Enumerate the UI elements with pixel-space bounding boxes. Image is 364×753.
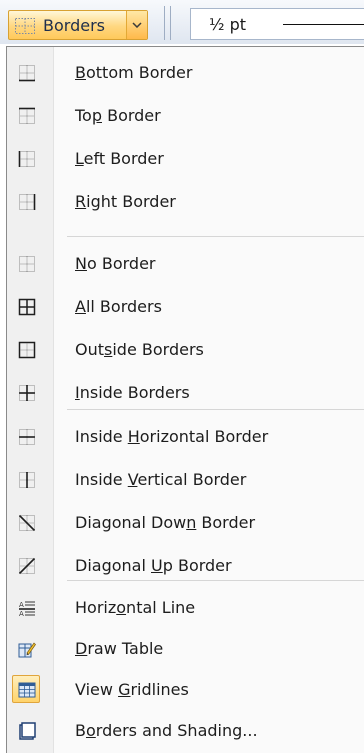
view-gridlines-item[interactable]: View Gridlines bbox=[8, 672, 364, 708]
menu-item-label: View Gridlines bbox=[75, 680, 189, 699]
borders-and-shading-icon bbox=[18, 722, 36, 740]
menu-item-label: All Borders bbox=[75, 297, 162, 316]
borders-dropdown-screen: Borders ½ pt Bottom Border Top Border Left… bbox=[0, 0, 364, 753]
left-border-icon bbox=[18, 150, 36, 168]
svg-text:A: A bbox=[19, 601, 24, 609]
chevron-down-icon[interactable] bbox=[126, 11, 147, 39]
inside-borders-icon bbox=[18, 384, 36, 402]
no-border-item[interactable]: No Border bbox=[8, 246, 364, 282]
borders-button[interactable]: Borders bbox=[8, 10, 148, 40]
inside-horizontal-border-item[interactable]: Inside Horizontal Border bbox=[8, 419, 364, 455]
diagonal-up-border-icon bbox=[18, 557, 36, 575]
draw-table-icon bbox=[18, 640, 36, 658]
borders-button-label: Borders bbox=[43, 16, 105, 35]
menu-item-label: Right Border bbox=[75, 192, 176, 211]
menu-item-label: Horizontal Line bbox=[75, 598, 196, 617]
borders-icon bbox=[14, 17, 36, 39]
borders-and-shading-item[interactable]: Borders and Shading... bbox=[8, 713, 364, 749]
menu-item-label: Inside Borders bbox=[75, 383, 190, 402]
no-border-icon bbox=[18, 255, 36, 273]
svg-text:A: A bbox=[19, 610, 24, 617]
menu-item-label: Diagonal Up Border bbox=[75, 556, 232, 575]
menu-item-label: Diagonal Down Border bbox=[75, 513, 256, 532]
line-weight-select[interactable]: ½ pt bbox=[190, 8, 364, 40]
horizontal-line-icon: AA bbox=[18, 599, 36, 617]
left-border-item[interactable]: Left Border bbox=[8, 141, 364, 177]
inside-borders-item[interactable]: Inside Borders bbox=[8, 375, 364, 411]
diagonal-down-border-item[interactable]: Diagonal Down Border bbox=[8, 505, 364, 541]
menu-item-label: No Border bbox=[75, 254, 156, 273]
menu-item-label: Inside Vertical Border bbox=[75, 470, 247, 489]
menu-item-label: Top Border bbox=[75, 106, 161, 125]
outside-borders-icon bbox=[18, 341, 36, 359]
horizontal-line-item[interactable]: A A Horizontal Line bbox=[8, 590, 364, 626]
outside-borders-item[interactable]: Outside Borders bbox=[8, 332, 364, 368]
right-border-icon bbox=[18, 193, 36, 211]
all-borders-icon bbox=[18, 298, 36, 316]
toolbar: Borders ½ pt bbox=[0, 0, 364, 44]
menu-item-label: Outside Borders bbox=[75, 340, 204, 359]
inside-horizontal-border-icon bbox=[18, 428, 36, 446]
bottom-border-item[interactable]: Bottom Border bbox=[8, 55, 364, 91]
view-gridlines-icon bbox=[18, 681, 36, 699]
diagonal-down-border-icon bbox=[18, 514, 36, 532]
menu-item-label: Left Border bbox=[75, 149, 164, 168]
diagonal-up-border-item[interactable]: Diagonal Up Border bbox=[8, 548, 364, 584]
bottom-border-icon bbox=[18, 64, 36, 82]
menu-item-label: Inside Horizontal Border bbox=[75, 427, 269, 446]
menu-item-label: Borders and Shading... bbox=[75, 721, 258, 740]
right-border-item[interactable]: Right Border bbox=[8, 184, 364, 220]
draw-table-item[interactable]: Draw Table bbox=[8, 631, 364, 667]
toolbar-separator bbox=[170, 6, 171, 40]
top-border-icon bbox=[18, 107, 36, 125]
toolbar-separator bbox=[164, 6, 165, 40]
borders-menu: Bottom Border Top Border Left Border Right … bbox=[6, 46, 364, 753]
menu-separator bbox=[67, 236, 364, 237]
all-borders-item[interactable]: All Borders bbox=[8, 289, 364, 325]
line-weight-value: ½ pt bbox=[209, 15, 247, 34]
menu-item-label: Draw Table bbox=[75, 639, 164, 658]
inside-vertical-border-item[interactable]: Inside Vertical Border bbox=[8, 462, 364, 498]
menu-item-label: Bottom Border bbox=[75, 63, 193, 82]
top-border-item[interactable]: Top Border bbox=[8, 98, 364, 134]
inside-vertical-border-icon bbox=[18, 471, 36, 489]
line-weight-preview bbox=[283, 24, 364, 25]
